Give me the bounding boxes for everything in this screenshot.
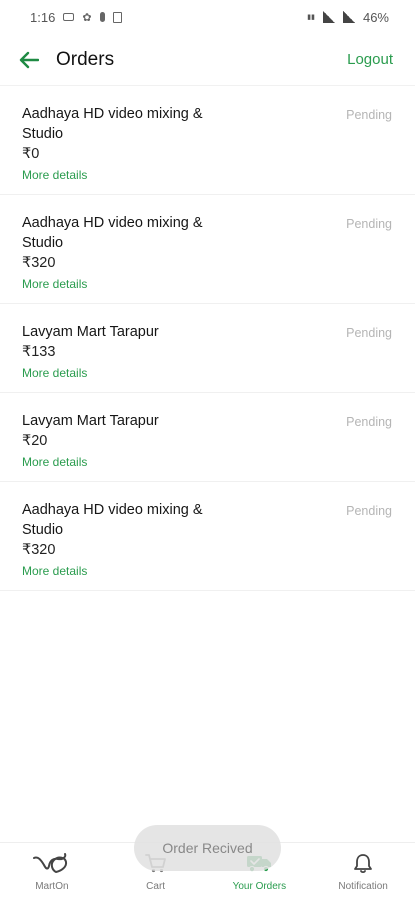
marton-logo-icon [32,851,72,875]
order-shop-name: Aadhaya HD video mixing & Studio [22,106,203,142]
order-price: ₹133 [22,344,56,360]
mic-icon [99,12,105,22]
order-info: Lavyam Mart Tarapur ₹133 More details [22,322,222,380]
more-details-link[interactable]: More details [22,455,222,469]
app-header: Orders Logout [0,34,415,86]
order-shop-name: Aadhaya HD video mixing & Studio [22,215,203,251]
order-status: Pending [346,415,392,429]
bell-icon [352,851,374,875]
order-info: Aadhaya HD video mixing & Studio ₹0 More… [22,104,222,182]
order-item[interactable]: Aadhaya HD video mixing & Studio ₹320 Mo… [0,195,415,304]
back-arrow-icon[interactable] [18,49,40,71]
volte-icon: ▮▮ [307,13,315,21]
toast-message: Order Recived [134,825,281,871]
more-details-link[interactable]: More details [22,366,222,380]
more-details-link[interactable]: More details [22,277,222,291]
status-time: 1:16 [30,9,56,25]
order-price: ₹320 [22,542,56,558]
video-icon [63,13,75,21]
order-status: Pending [346,217,392,231]
nav-item-notification[interactable]: Notification [318,851,408,892]
order-info: Aadhaya HD video mixing & Studio ₹320 Mo… [22,213,222,291]
order-shop-name: Aadhaya HD video mixing & Studio [22,502,203,538]
signal-icon-2 [342,11,355,23]
header-left: Orders [18,49,114,71]
order-status: Pending [346,504,392,518]
order-item[interactable]: Lavyam Mart Tarapur ₹20 More details Pen… [0,393,415,482]
nav-label-notification: Notification [338,881,388,892]
order-status: Pending [346,326,392,340]
order-item[interactable]: Aadhaya HD video mixing & Studio ₹320 Mo… [0,482,415,591]
order-item[interactable]: Aadhaya HD video mixing & Studio ₹0 More… [0,86,415,195]
order-price: ₹20 [22,433,48,449]
orders-list: Aadhaya HD video mixing & Studio ₹0 More… [0,86,415,591]
more-details-link[interactable]: More details [22,564,222,578]
order-status: Pending [346,108,392,122]
nav-item-marton[interactable]: MartOn [7,851,97,892]
nav-label-your-orders: Your Orders [232,881,287,892]
order-item[interactable]: Lavyam Mart Tarapur ₹133 More details Pe… [0,304,415,393]
battery-level: 46% [362,9,389,25]
order-info: Lavyam Mart Tarapur ₹20 More details [22,411,222,469]
sim-icon [112,11,122,23]
order-price: ₹320 [22,255,56,271]
nav-label-cart: Cart [146,881,166,892]
order-shop-name: Lavyam Mart Tarapur [22,324,159,340]
app-icon: ✿ [82,11,92,24]
order-price: ₹0 [22,146,40,162]
order-info: Aadhaya HD video mixing & Studio ₹320 Mo… [22,500,222,578]
order-shop-name: Lavyam Mart Tarapur [22,413,159,429]
page-title: Orders [56,48,115,70]
status-left: 1:16 ✿ [30,10,122,25]
nav-label-marton: MartOn [35,881,69,892]
logout-button[interactable]: Logout [347,51,393,68]
status-right: ▮▮ 46% [307,10,389,25]
signal-icon [322,11,335,23]
status-bar: 1:16 ✿ ▮▮ 46% [0,0,415,34]
more-details-link[interactable]: More details [22,168,222,182]
